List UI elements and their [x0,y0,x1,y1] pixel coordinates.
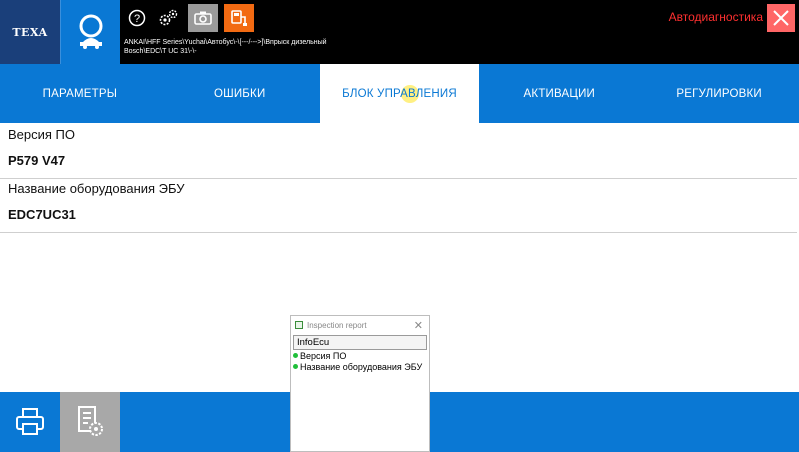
info-value: EDC7UC31 [8,207,76,222]
tab-adjustments[interactable]: РЕГУЛИРОВКИ [639,64,799,123]
svg-text:?: ? [134,13,140,25]
help-icon: ? [128,9,146,27]
search-car-icon [79,14,102,49]
logo-text: TEXA [12,25,48,39]
tab-label: РЕГУЛИРОВКИ [676,87,762,100]
close-icon[interactable]: ✕ [414,319,423,332]
close-icon [773,10,789,26]
screenshot-button[interactable] [188,4,218,32]
tab-activations[interactable]: АКТИВАЦИИ [479,64,639,123]
status-ok-icon [293,353,298,358]
toolbar: ? [124,4,254,32]
vehicle-path-line1: ANKAI\HFF Series\Yuchai\Автобус\-\[---/-… [124,39,327,46]
tab-label: ОШИБКИ [213,87,266,100]
list-item-label: Название оборудования ЭБУ [300,361,423,372]
info-value: P579 V47 [8,153,66,168]
popup-titlebar: Inspection report ✕ [291,316,429,334]
settings-gears-icon [159,9,178,26]
app-mode-label: Автодиагностика [668,10,763,24]
info-row-software-version: Версия ПО P579 V47 [0,124,797,179]
tab-bar: ПАРАМЕТРЫ ОШИБКИ БЛОК УПРАВЛЕНИЯ АКТИВАЦ… [0,64,799,123]
app-icon [295,321,303,329]
top-bar: TEXA ? ANKAI\HFF Series\Yuchai\Автобус\-… [0,0,799,64]
device-connection-button[interactable] [224,4,254,32]
info-row-ecu-name: Название оборудования ЭБУ EDC7UC31 [0,179,797,233]
popup-title: Inspection report [307,320,367,330]
printer-icon [16,408,44,435]
tab-label: АКТИВАЦИИ [523,87,596,100]
status-ok-icon [293,364,298,369]
close-button[interactable] [767,4,795,32]
list-item-label: Версия ПО [300,350,347,361]
list-item[interactable]: Название оборудования ЭБУ [291,361,429,372]
texa-logo: TEXA [0,0,60,64]
tab-errors[interactable]: ОШИБКИ [160,64,320,123]
help-button[interactable]: ? [124,5,150,31]
popup-group-header: InfoEcu [293,335,427,350]
info-label: Версия ПО [8,127,75,142]
document-settings-icon [78,406,103,436]
vehicle-search-button[interactable] [60,0,120,64]
list-item[interactable]: Версия ПО [291,350,429,361]
vehicle-path: ANKAI\HFF Series\Yuchai\Автобус\-\[---/-… [124,38,344,56]
tab-parameters[interactable]: ПАРАМЕТРЫ [0,64,160,123]
report-settings-button[interactable] [60,392,120,452]
print-button[interactable] [0,392,60,452]
info-label: Название оборудования ЭБУ [8,181,185,196]
tab-label: БЛОК УПРАВЛЕНИЯ [342,87,457,100]
tab-label: ПАРАМЕТРЫ [42,87,118,100]
device-connect-icon [231,10,247,26]
inspection-report-window: Inspection report ✕ InfoEcu Версия ПО На… [290,315,430,452]
camera-icon [194,11,212,25]
settings-button[interactable] [156,5,182,31]
tab-control-unit[interactable]: БЛОК УПРАВЛЕНИЯ [319,64,480,123]
vehicle-path-line2: Bosch\EDC\T UC 31\-\- [124,48,197,55]
